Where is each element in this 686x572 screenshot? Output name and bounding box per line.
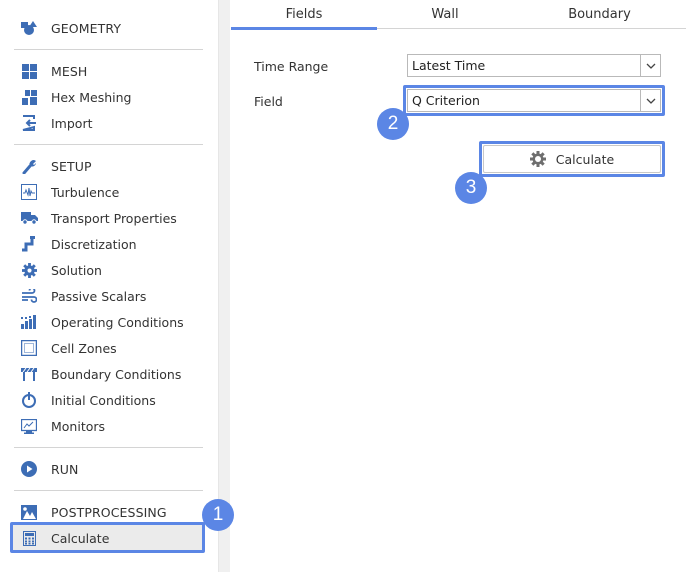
step-badge-2: 2 bbox=[377, 108, 409, 140]
divider bbox=[14, 49, 203, 50]
chevron-down-icon[interactable] bbox=[640, 90, 660, 111]
calculator-icon bbox=[20, 529, 38, 547]
sidebar-item-label: Operating Conditions bbox=[51, 314, 184, 330]
sidebar-item-solution[interactable]: Solution bbox=[12, 257, 204, 283]
step-badge-3: 3 bbox=[455, 172, 487, 204]
gear-icon bbox=[20, 261, 38, 279]
waveform-icon bbox=[20, 183, 38, 201]
power-icon bbox=[20, 391, 38, 409]
sidebar-item-label: Cell Zones bbox=[51, 340, 117, 356]
sidebar-item-boundary-conditions[interactable]: Boundary Conditions bbox=[12, 361, 204, 387]
field-label: Field bbox=[254, 94, 283, 109]
sidebar-item-label: MESH bbox=[51, 63, 88, 79]
sidebar-item-discretization[interactable]: Discretization bbox=[12, 231, 204, 257]
sidebar-item-label: POSTPROCESSING bbox=[51, 504, 167, 520]
field-value: Q Criterion bbox=[412, 93, 480, 108]
sidebar: GEOMETRY MESH Hex Meshing Import SETUP T… bbox=[0, 0, 218, 572]
sidebar-item-run[interactable]: RUN bbox=[12, 456, 204, 482]
sidebar-item-label: Calculate bbox=[51, 530, 110, 546]
import-icon bbox=[20, 114, 38, 132]
sidebar-item-label: Passive Scalars bbox=[51, 288, 147, 304]
field-select[interactable]: Q Criterion bbox=[407, 89, 661, 112]
calculate-button[interactable]: Calculate bbox=[483, 145, 661, 173]
grid-icon bbox=[20, 62, 38, 80]
sidebar-item-label: Discretization bbox=[51, 236, 137, 252]
divider bbox=[14, 447, 203, 448]
calculate-button-label: Calculate bbox=[555, 151, 615, 167]
sidebar-item-label: Initial Conditions bbox=[51, 392, 156, 408]
wind-icon bbox=[20, 287, 38, 305]
sidebar-item-label: Turbulence bbox=[51, 184, 120, 200]
sidebar-item-mesh[interactable]: MESH bbox=[12, 58, 204, 84]
sidebar-item-operating-conditions[interactable]: Operating Conditions bbox=[12, 309, 204, 335]
sidebar-item-label: Monitors bbox=[51, 418, 106, 434]
time-range-value: Latest Time bbox=[412, 58, 486, 73]
monitor-icon bbox=[20, 417, 38, 435]
sidebar-item-label: RUN bbox=[51, 461, 79, 477]
sidebar-item-geometry[interactable]: GEOMETRY bbox=[12, 15, 204, 41]
divider bbox=[14, 490, 203, 491]
play-icon bbox=[20, 460, 38, 478]
chevron-down-icon[interactable] bbox=[640, 55, 660, 76]
sidebar-item-label: Hex Meshing bbox=[51, 89, 132, 105]
pipe-icon bbox=[20, 235, 38, 253]
sidebar-item-label: SETUP bbox=[51, 158, 92, 174]
sidebar-item-calculate[interactable]: Calculate bbox=[12, 525, 204, 551]
gear-icon bbox=[529, 151, 546, 167]
sidebar-item-cell-zones[interactable]: Cell Zones bbox=[12, 335, 204, 361]
tab-bar: Fields Wall Boundary bbox=[231, 0, 686, 30]
shapes-icon bbox=[20, 19, 38, 37]
sidebar-item-label: Import bbox=[51, 115, 93, 131]
sidebar-item-setup[interactable]: SETUP bbox=[12, 153, 204, 179]
sidebar-item-hex-meshing[interactable]: Hex Meshing bbox=[12, 84, 204, 110]
bar-chart-icon bbox=[20, 313, 38, 331]
step-badge-1: 1 bbox=[202, 499, 234, 531]
time-range-select[interactable]: Latest Time bbox=[407, 54, 661, 77]
sidebar-item-passive-scalars[interactable]: Passive Scalars bbox=[12, 283, 204, 309]
dotted-square-icon bbox=[20, 339, 38, 357]
time-range-label: Time Range bbox=[254, 59, 329, 74]
sidebar-item-import[interactable]: Import bbox=[12, 110, 204, 136]
sidebar-item-transport-properties[interactable]: Transport Properties bbox=[12, 205, 204, 231]
barrier-icon bbox=[20, 365, 38, 383]
sidebar-item-label: Solution bbox=[51, 262, 102, 278]
sidebar-item-initial-conditions[interactable]: Initial Conditions bbox=[12, 387, 204, 413]
sidebar-item-label: GEOMETRY bbox=[51, 20, 122, 36]
truck-icon bbox=[20, 209, 38, 227]
tab-fields[interactable]: Fields bbox=[231, 0, 377, 30]
tab-boundary[interactable]: Boundary bbox=[513, 0, 686, 29]
divider bbox=[14, 144, 203, 145]
wrench-icon bbox=[20, 157, 38, 175]
hex-mesh-icon bbox=[20, 88, 38, 106]
tab-wall[interactable]: Wall bbox=[377, 0, 513, 29]
sidebar-item-label: Boundary Conditions bbox=[51, 366, 182, 382]
sidebar-item-turbulence[interactable]: Turbulence bbox=[12, 179, 204, 205]
sidebar-item-label: Transport Properties bbox=[51, 210, 177, 226]
sidebar-scrollbar[interactable] bbox=[218, 0, 230, 572]
image-icon bbox=[20, 503, 38, 521]
sidebar-item-postprocessing[interactable]: POSTPROCESSING bbox=[12, 499, 204, 525]
sidebar-item-monitors[interactable]: Monitors bbox=[12, 413, 204, 439]
